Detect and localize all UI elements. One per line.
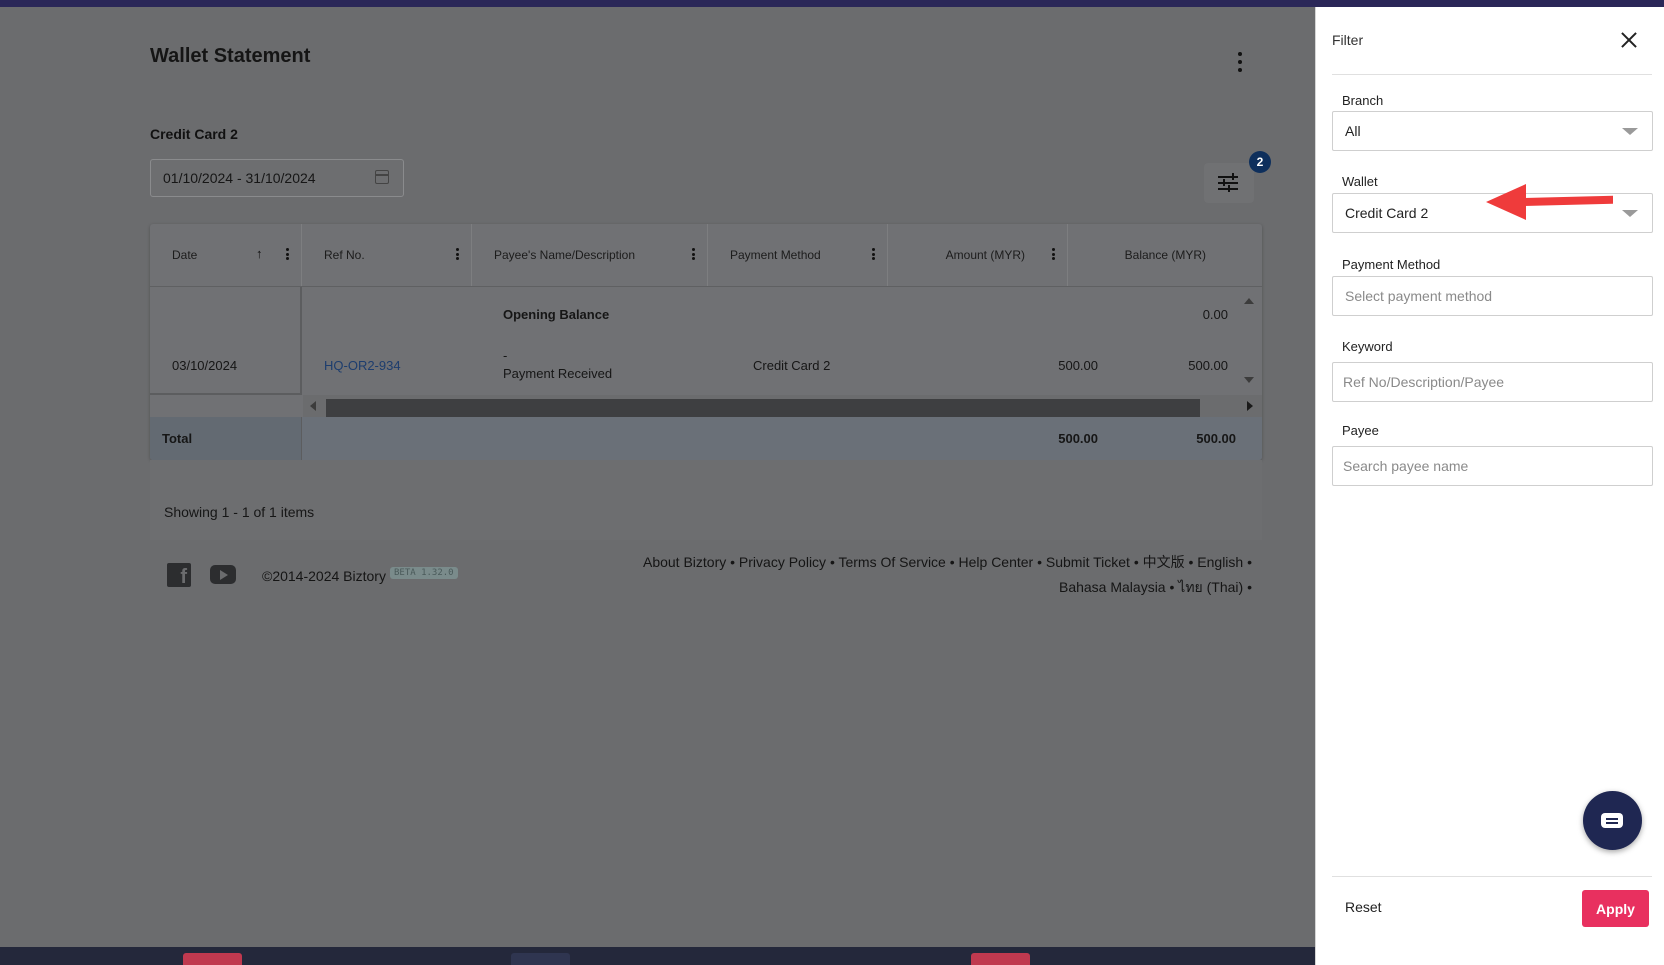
row-balance: 500.00 (1188, 358, 1228, 373)
payment-method-label: Payment Method (1342, 257, 1441, 272)
sort-ascending-icon[interactable]: ↑ (256, 246, 263, 261)
footer-links-line-1[interactable]: About Biztory • Privacy Policy • Terms O… (612, 550, 1252, 575)
total-balance: 500.00 (1196, 431, 1236, 446)
more-options-icon[interactable] (1232, 52, 1248, 72)
opening-balance-label: Opening Balance (503, 307, 610, 322)
filter-title: Filter (1332, 32, 1364, 48)
row-ref-link[interactable]: HQ-OR2-934 (324, 358, 401, 373)
annotation-arrow-head (1486, 184, 1526, 220)
column-header-payee[interactable]: Payee's Name/Description (472, 224, 708, 286)
column-menu-icon[interactable] (456, 248, 459, 260)
column-header-date[interactable]: Date ↑ (150, 224, 302, 286)
total-row: Total 500.00 500.00 (150, 417, 1262, 460)
pager-area (150, 460, 1262, 540)
chat-button[interactable] (1583, 791, 1642, 850)
payee-search-input[interactable] (1333, 447, 1652, 485)
facebook-icon[interactable]: f (167, 563, 191, 587)
reset-button[interactable]: Reset (1345, 899, 1382, 915)
column-menu-icon[interactable] (872, 248, 875, 260)
taskbar-item[interactable] (511, 953, 570, 965)
column-header-balance[interactable]: Balance (MYR) (1068, 224, 1212, 286)
keyword-input[interactable] (1333, 363, 1652, 401)
divider (1332, 74, 1652, 75)
chevron-down-icon (1622, 210, 1638, 217)
pinned-date-column (150, 287, 302, 395)
opening-balance-value: 0.00 (1202, 307, 1228, 322)
chevron-down-icon (1622, 128, 1638, 135)
column-menu-icon[interactable] (692, 248, 695, 260)
close-icon[interactable] (1618, 29, 1640, 51)
column-header-ref-no[interactable]: Ref No. (302, 224, 472, 286)
pagination-summary: Showing 1 - 1 of 1 items (164, 504, 315, 520)
filter-button[interactable] (1204, 163, 1254, 203)
column-header-payment-method[interactable]: Payment Method (708, 224, 888, 286)
branch-select[interactable]: All (1332, 111, 1653, 151)
branch-label: Branch (1342, 93, 1384, 108)
divider (1332, 876, 1652, 877)
scroll-left-icon[interactable] (310, 401, 316, 411)
column-header-amount[interactable]: Amount (MYR) (888, 224, 1068, 286)
date-range-value: 01/10/2024 - 31/10/2024 (163, 170, 316, 186)
scroll-right-icon[interactable] (1247, 401, 1253, 411)
row-description: Payment Received (503, 366, 613, 381)
version-badge: BETA 1.32.0 (390, 567, 458, 579)
row-payee: - (503, 348, 508, 363)
calendar-icon[interactable] (375, 170, 389, 184)
footer-links[interactable]: About Biztory • Privacy Policy • Terms O… (612, 550, 1252, 600)
wallet-value: Credit Card 2 (1345, 205, 1429, 221)
filter-count-badge: 2 (1249, 151, 1271, 173)
filter-sliders-icon (1218, 176, 1238, 178)
top-bar (0, 0, 1664, 7)
youtube-icon[interactable] (210, 565, 236, 584)
taskbar-item[interactable] (971, 953, 1030, 965)
wallet-name: Credit Card 2 (150, 126, 238, 142)
apply-button[interactable]: Apply (1582, 890, 1649, 927)
payee-field[interactable] (1332, 446, 1653, 486)
total-label: Total (162, 431, 193, 446)
column-menu-icon[interactable] (286, 248, 289, 260)
column-menu-icon[interactable] (1052, 248, 1055, 260)
total-amount: 500.00 (1058, 431, 1098, 446)
keyword-label: Keyword (1342, 339, 1393, 354)
keyword-field[interactable] (1332, 362, 1653, 402)
header-divider (150, 286, 1262, 287)
row-date: 03/10/2024 (172, 358, 238, 373)
wallet-label: Wallet (1342, 174, 1378, 189)
payment-method-select[interactable]: Select payment method (1332, 276, 1653, 316)
payment-method-placeholder: Select payment method (1345, 288, 1493, 304)
row-amount: 500.00 (1058, 358, 1098, 373)
page-title: Wallet Statement (150, 45, 311, 67)
statement-grid: Date ↑ Ref No. Payee's Name/Description … (150, 224, 1262, 460)
scroll-up-icon[interactable] (1244, 298, 1254, 304)
taskbar-item[interactable] (183, 953, 242, 965)
chat-icon (1601, 813, 1623, 828)
branch-value: All (1345, 123, 1361, 139)
payee-label: Payee (1342, 423, 1379, 438)
scroll-down-icon[interactable] (1244, 377, 1254, 383)
row-payment-method: Credit Card 2 (753, 358, 831, 373)
copyright: ©2014-2024 Biztory (262, 568, 386, 584)
horizontal-scroll-thumb[interactable] (326, 399, 1200, 418)
footer-links-line-2[interactable]: Bahasa Malaysia • ไทย (Thai) • (612, 575, 1252, 600)
date-range-picker[interactable]: 01/10/2024 - 31/10/2024 (150, 159, 404, 197)
